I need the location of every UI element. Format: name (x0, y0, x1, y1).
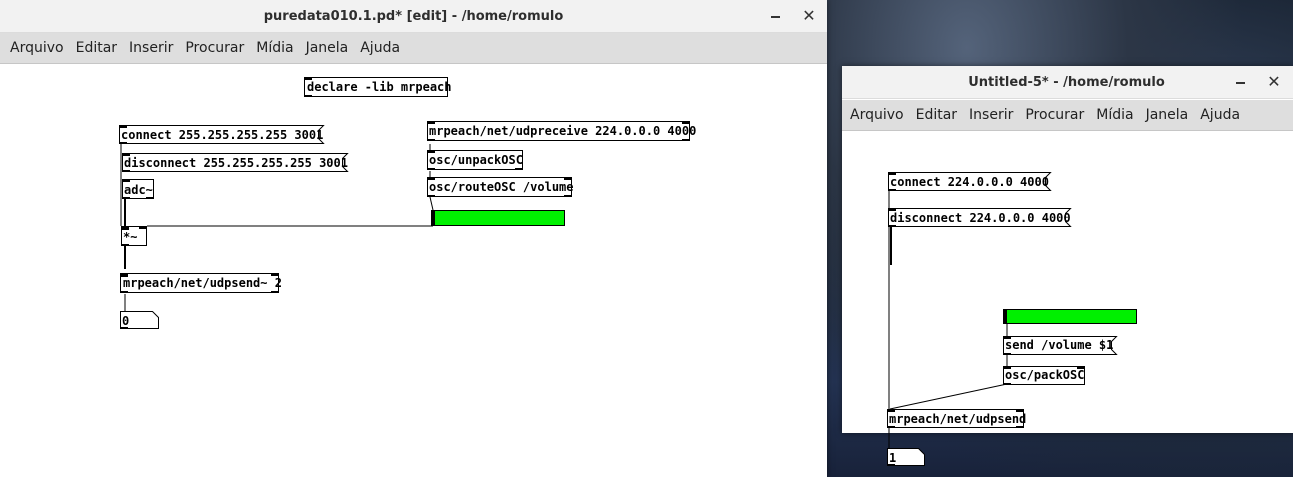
message-label: connect 224.0.0.0 4000 (890, 175, 1049, 189)
minimize-button[interactable] (760, 0, 790, 32)
slider-handle[interactable] (432, 211, 435, 225)
pd-window-main: puredata010.1.pd* [edit] - /home/romulo … (0, 0, 827, 477)
menu-procurar[interactable]: Procurar (1019, 107, 1090, 123)
close-button[interactable]: ✕ (794, 0, 824, 32)
patch-graph: connect 224.0.0.0 4000 disconnect 224.0.… (887, 172, 1137, 466)
object-label: *~ (123, 230, 137, 244)
menu-janela[interactable]: Janela (300, 40, 355, 56)
minimize-icon (1235, 82, 1245, 84)
menu-inserir[interactable]: Inserir (123, 40, 179, 56)
object-udpreceive[interactable]: mrpeach/net/udpreceive 224.0.0.0 4000 (427, 121, 697, 141)
minimize-button[interactable] (1225, 66, 1255, 98)
object-label: mrpeach/net/udpreceive 224.0.0.0 4000 (429, 124, 696, 138)
hslider[interactable] (1003, 309, 1137, 324)
menu-inserir[interactable]: Inserir (963, 107, 1019, 123)
object-label: osc/routeOSC /volume (429, 180, 574, 194)
slider-body (1003, 309, 1137, 324)
message-disconnect[interactable]: disconnect 224.0.0.0 4000 (888, 208, 1072, 227)
menu-midia[interactable]: Mídia (1090, 107, 1139, 123)
object-label: declare -lib mrpeach (307, 80, 452, 94)
close-icon: ✕ (802, 6, 816, 25)
menu-arquivo[interactable]: Arquivo (4, 40, 70, 56)
message-label: send /volume $1 (1005, 338, 1113, 352)
object-label: mrpeach/net/udpsend (889, 412, 1026, 426)
object-unpackosc[interactable]: osc/unpackOSC (427, 150, 523, 170)
menu-editar[interactable]: Editar (910, 107, 963, 123)
window-titlebar[interactable]: Untitled-5* - /home/romulo ✕ (842, 66, 1293, 99)
minimize-icon (770, 16, 780, 18)
patch-graph: declare -lib mrpeach connect 255.255.255… (119, 77, 697, 329)
slider-body (431, 210, 565, 226)
slider-handle[interactable] (1004, 310, 1007, 323)
object-packosc[interactable]: osc/packOSC (1003, 366, 1085, 385)
message-label: connect 255.255.255.255 3001 (121, 128, 323, 142)
menu-procurar[interactable]: Procurar (179, 40, 250, 56)
menu-ajuda[interactable]: Ajuda (1194, 107, 1246, 123)
number-box[interactable]: 0 (120, 311, 159, 329)
close-button[interactable]: ✕ (1259, 66, 1289, 98)
object-label: osc/unpackOSC (429, 153, 523, 167)
close-icon: ✕ (1267, 72, 1281, 91)
object-adc[interactable]: adc~ (122, 179, 154, 199)
hslider[interactable] (431, 210, 565, 226)
connection-line (889, 383, 1008, 410)
connection-line (429, 196, 434, 211)
patch-canvas[interactable]: connect 224.0.0.0 4000 disconnect 224.0.… (842, 131, 1293, 466)
message-disconnect[interactable]: disconnect 255.255.255.255 3001 (122, 153, 349, 172)
menu-janela[interactable]: Janela (1140, 107, 1195, 123)
object-routeosc[interactable]: osc/routeOSC /volume (427, 177, 574, 197)
menu-bar: Arquivo Editar Inserir Procurar Mídia Ja… (842, 100, 1293, 131)
menu-arquivo[interactable]: Arquivo (844, 107, 910, 123)
menu-midia[interactable]: Mídia (250, 40, 299, 56)
menu-bar: Arquivo Editar Inserir Procurar Mídia Ja… (0, 33, 827, 64)
number-value: 0 (122, 314, 129, 328)
number-value: 1 (889, 451, 896, 465)
window-titlebar[interactable]: puredata010.1.pd* [edit] - /home/romulo … (0, 0, 827, 33)
object-label: adc~ (124, 183, 153, 197)
number-box[interactable]: 1 (887, 448, 925, 466)
message-connect[interactable]: connect 255.255.255.255 3001 (119, 125, 325, 144)
object-udpsend[interactable]: mrpeach/net/udpsend (887, 409, 1027, 428)
message-label: disconnect 255.255.255.255 3001 (124, 156, 348, 170)
window-title: Untitled-5* - /home/romulo (968, 74, 1165, 90)
object-declare[interactable]: declare -lib mrpeach (304, 77, 452, 97)
menu-editar[interactable]: Editar (70, 40, 123, 56)
object-label: osc/packOSC (1005, 368, 1084, 382)
message-send-volume[interactable]: send /volume $1 (1003, 336, 1118, 355)
menu-ajuda[interactable]: Ajuda (354, 40, 406, 56)
patch-canvas[interactable]: declare -lib mrpeach connect 255.255.255… (0, 64, 827, 477)
object-label: mrpeach/net/udpsend~ 2 (123, 276, 282, 290)
object-udpsend[interactable]: mrpeach/net/udpsend~ 2 (120, 273, 282, 293)
pd-window-untitled: Untitled-5* - /home/romulo ✕ Arquivo Edi… (842, 66, 1293, 466)
message-label: disconnect 224.0.0.0 4000 (890, 211, 1071, 225)
message-connect[interactable]: connect 224.0.0.0 4000 (888, 172, 1052, 191)
window-title: puredata010.1.pd* [edit] - /home/romulo (263, 8, 564, 24)
